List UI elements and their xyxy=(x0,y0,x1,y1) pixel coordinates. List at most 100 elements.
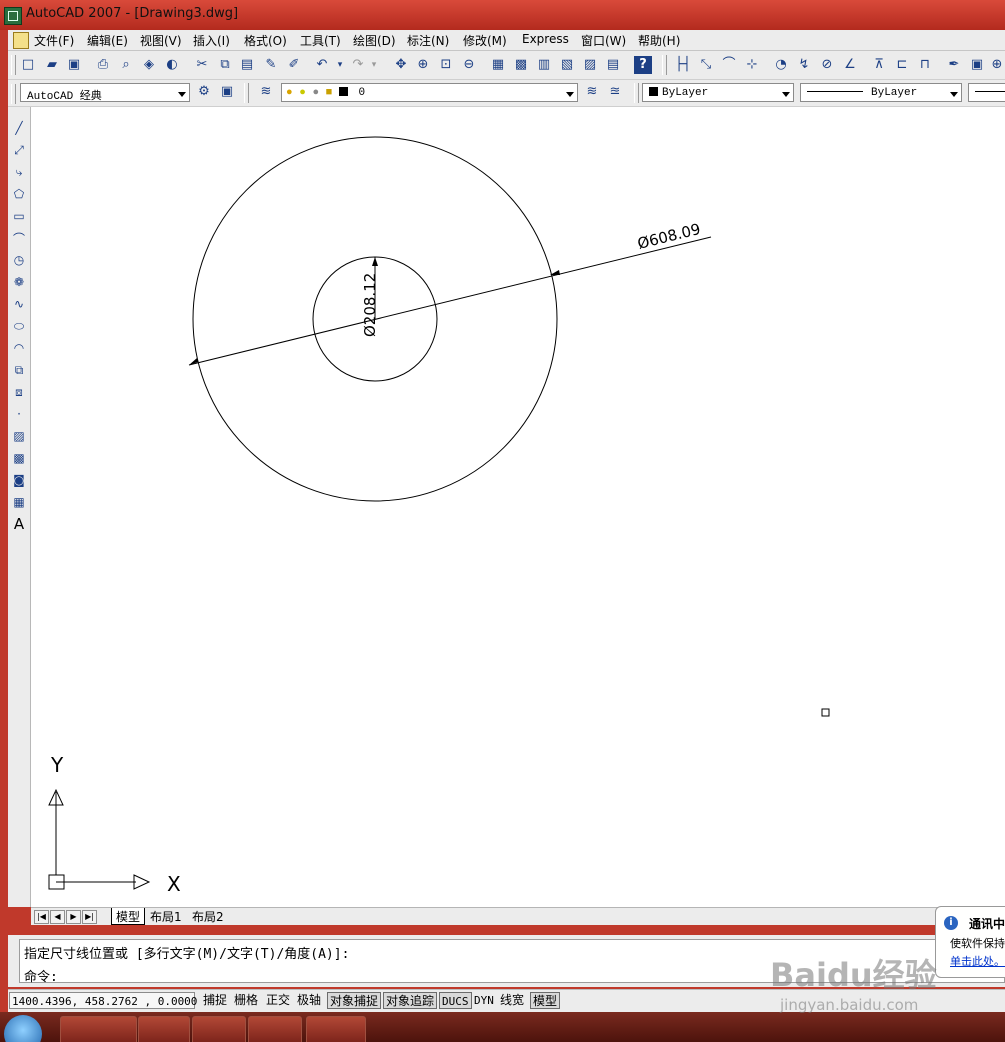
new-file-icon[interactable]: □ xyxy=(19,56,37,74)
toolbar-grip[interactable] xyxy=(11,55,16,75)
continue-dimension-icon[interactable]: ⊓ xyxy=(916,56,934,74)
aligned-dimension-icon[interactable]: ⤡ xyxy=(697,56,715,74)
pan-icon[interactable]: ✥ xyxy=(392,56,410,74)
revision-cloud-icon[interactable]: ❁ xyxy=(10,273,28,291)
save-icon[interactable]: ▣ xyxy=(65,56,83,74)
plot-preview-icon[interactable]: ⌕ xyxy=(117,56,135,74)
workspace-select[interactable]: AutoCAD 经典 xyxy=(20,83,190,103)
balloon-link[interactable]: 单击此处。 xyxy=(950,953,1005,969)
menu-edit[interactable]: 编辑(E) xyxy=(87,32,128,49)
communication-balloon[interactable]: i 通讯中 使软件保持 单击此处。 xyxy=(935,906,1005,978)
command-prompt[interactable]: 命令: xyxy=(24,966,58,985)
hatch-icon[interactable]: ▨ xyxy=(10,427,28,445)
layer-previous-icon[interactable]: ≊ xyxy=(606,83,624,101)
workspace-settings-icon[interactable]: ⚙ xyxy=(195,83,213,101)
document-icon[interactable] xyxy=(13,32,29,49)
polyline-icon[interactable]: ⤷ xyxy=(10,163,28,181)
first-tab-icon[interactable]: |◀ xyxy=(34,910,49,924)
circle-icon[interactable]: ◷ xyxy=(10,251,28,269)
dimension-edit-icon[interactable]: ✒ xyxy=(945,56,963,74)
otrack-toggle[interactable]: 对象追踪 xyxy=(383,992,438,1009)
calculator-icon[interactable]: ▤ xyxy=(604,56,622,74)
menu-express[interactable]: Express xyxy=(522,32,569,46)
menu-file[interactable]: 文件(F) xyxy=(34,32,74,49)
workspace-save-icon[interactable]: ▣ xyxy=(218,83,236,101)
table-icon[interactable]: ▦ xyxy=(10,493,28,511)
redo-icon[interactable]: ↷ xyxy=(349,56,367,74)
color-select[interactable]: ByLayer xyxy=(642,83,794,102)
properties-icon[interactable]: ▦ xyxy=(489,56,507,74)
polar-toggle[interactable]: 极轴 xyxy=(295,992,323,1009)
linear-dimension-icon[interactable]: ├┤ xyxy=(674,56,692,74)
help-icon[interactable]: ? xyxy=(634,56,652,74)
point-icon[interactable]: · xyxy=(10,405,28,423)
block-editor-icon[interactable]: ✐ xyxy=(285,56,303,74)
design-center-icon[interactable]: ▩ xyxy=(512,56,530,74)
next-tab-icon[interactable]: ▶ xyxy=(66,910,81,924)
diameter-dimension-icon[interactable]: ⊘ xyxy=(818,56,836,74)
gradient-icon[interactable]: ▩ xyxy=(10,449,28,467)
toolbar-grip[interactable] xyxy=(11,84,16,104)
zoom-previous-icon[interactable]: ⊖ xyxy=(460,56,478,74)
make-block-icon[interactable]: ⧈ xyxy=(10,383,28,401)
dyn-toggle[interactable]: DYN xyxy=(472,992,496,1009)
quick-dimension-icon[interactable]: ⊼ xyxy=(870,56,888,74)
taskbar-browser-icon[interactable] xyxy=(138,1016,190,1042)
paste-icon[interactable]: ▤ xyxy=(238,56,256,74)
arc-length-icon[interactable]: ⌒ xyxy=(720,56,738,74)
menu-help[interactable]: 帮助(H) xyxy=(638,32,680,49)
match-properties-icon[interactable]: ✎ xyxy=(262,56,280,74)
zoom-window-icon[interactable]: ⊡ xyxy=(437,56,455,74)
outer-diameter-dimension-line[interactable] xyxy=(188,236,712,366)
tool-palettes-icon[interactable]: ▥ xyxy=(535,56,553,74)
open-file-icon[interactable]: ▰ xyxy=(43,56,61,74)
lineweight-select[interactable] xyxy=(968,83,1005,102)
multiline-text-icon[interactable]: A xyxy=(10,515,28,533)
redo-dropdown-icon[interactable]: ▾ xyxy=(369,56,379,74)
sheet-set-icon[interactable]: ▧ xyxy=(558,56,576,74)
menu-view[interactable]: 视图(V) xyxy=(140,32,182,49)
baseline-dimension-icon[interactable]: ⊏ xyxy=(893,56,911,74)
ortho-toggle[interactable]: 正交 xyxy=(264,992,292,1009)
start-orb-icon[interactable] xyxy=(4,1015,42,1042)
menu-window[interactable]: 窗口(W) xyxy=(581,32,626,49)
snap-toggle[interactable]: 捕捉 xyxy=(201,992,229,1009)
undo-dropdown-icon[interactable]: ▾ xyxy=(335,56,345,74)
undo-icon[interactable]: ↶ xyxy=(313,56,331,74)
ordinate-dimension-icon[interactable]: ⊹ xyxy=(743,56,761,74)
osnap-toggle[interactable]: 对象捕捉 xyxy=(327,992,382,1009)
toolbar-grip[interactable] xyxy=(662,55,667,75)
linetype-select[interactable]: ByLayer xyxy=(800,83,962,102)
tab-layout1[interactable]: 布局1 xyxy=(146,908,186,924)
menu-tools[interactable]: 工具(T) xyxy=(300,32,341,49)
model-toggle[interactable]: 模型 xyxy=(530,992,561,1009)
ellipse-icon[interactable]: ⬭ xyxy=(10,317,28,335)
cursor-coordinates[interactable]: 1400.4396, 458.2762 , 0.0000 xyxy=(9,992,197,1009)
3d-dwf-icon[interactable]: ◐ xyxy=(163,56,181,74)
menu-format[interactable]: 格式(O) xyxy=(244,32,287,49)
drawing-area[interactable]: Ø608.09 Ø208.12 Y X xyxy=(31,107,1005,907)
drawing-svg[interactable]: Ø608.09 Ø208.12 Y X xyxy=(31,107,1005,907)
radius-dimension-icon[interactable]: ◔ xyxy=(772,56,790,74)
taskbar-folder-icon[interactable] xyxy=(306,1016,366,1042)
grid-toggle[interactable]: 栅格 xyxy=(232,992,260,1009)
arc-icon[interactable]: ⌒ xyxy=(10,229,28,247)
copy-icon[interactable]: ⧉ xyxy=(216,56,234,74)
taskbar-app-icon[interactable] xyxy=(60,1016,137,1042)
tolerance-icon[interactable]: ▣ xyxy=(968,56,986,74)
menu-draw[interactable]: 绘图(D) xyxy=(353,32,396,49)
jogged-dimension-icon[interactable]: ↯ xyxy=(795,56,813,74)
rectangle-icon[interactable]: ▭ xyxy=(10,207,28,225)
lineweight-toggle[interactable]: 线宽 xyxy=(498,992,526,1009)
zoom-realtime-icon[interactable]: ⊕ xyxy=(414,56,432,74)
taskbar-autocad-icon[interactable] xyxy=(192,1016,246,1042)
layer-manager-icon[interactable]: ≋ xyxy=(257,83,275,101)
taskbar-chat-icon[interactable] xyxy=(248,1016,302,1042)
last-tab-icon[interactable]: ▶| xyxy=(82,910,97,924)
autocad-app-icon[interactable] xyxy=(4,7,22,25)
menu-insert[interactable]: 插入(I) xyxy=(193,32,230,49)
insert-block-icon[interactable]: ⧉ xyxy=(10,361,28,379)
toolbar-grip[interactable] xyxy=(634,83,639,103)
markup-icon[interactable]: ▨ xyxy=(581,56,599,74)
plot-icon[interactable]: ⎙ xyxy=(94,56,112,74)
